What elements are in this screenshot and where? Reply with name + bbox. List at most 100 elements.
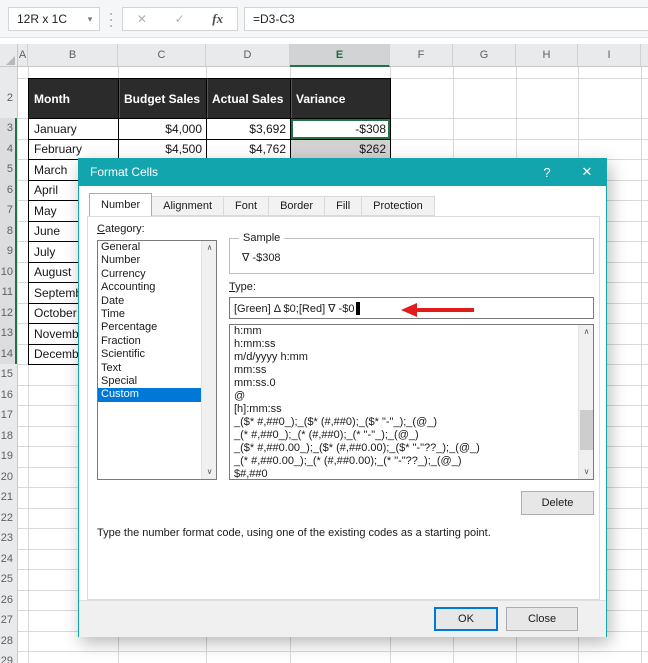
- column-header-C[interactable]: C: [118, 44, 206, 66]
- table-header-cell[interactable]: Budget Sales: [119, 79, 207, 119]
- row-header-16[interactable]: 16: [0, 385, 16, 406]
- column-header-B[interactable]: B: [28, 44, 118, 66]
- type-option[interactable]: _(* #,##0.00_);_(* (#,##0.00);_(* "-"??_…: [230, 455, 577, 468]
- row-header-20[interactable]: 20: [0, 467, 16, 488]
- table-cell[interactable]: $4,762: [207, 139, 291, 160]
- row-header-11[interactable]: 11: [0, 282, 16, 303]
- category-item-fraction[interactable]: Fraction: [98, 335, 201, 348]
- type-option[interactable]: _($* #,##0_);_($* (#,##0);_($* "-"_);_(@…: [230, 416, 577, 429]
- row-header-13[interactable]: 13: [0, 323, 16, 344]
- delete-button[interactable]: Delete: [521, 491, 594, 515]
- scroll-up-icon[interactable]: ∧: [202, 241, 216, 255]
- tab-border[interactable]: Border: [269, 196, 326, 216]
- column-header-D[interactable]: D: [206, 44, 290, 66]
- type-option[interactable]: _(* #,##0_);_(* (#,##0);_(* "-"_);_(@_): [230, 429, 577, 442]
- enter-icon[interactable]: ✓: [175, 12, 185, 26]
- row-header-23[interactable]: 23: [0, 528, 16, 549]
- column-header-I[interactable]: I: [578, 44, 641, 66]
- row-header-29[interactable]: 29: [0, 651, 16, 663]
- scroll-down-icon[interactable]: ∨: [579, 465, 593, 479]
- type-option[interactable]: h:mm:ss: [230, 338, 577, 351]
- category-item-scientific[interactable]: Scientific: [98, 348, 201, 361]
- row-header-25[interactable]: 25: [0, 569, 16, 590]
- table-cell[interactable]: January: [29, 119, 119, 140]
- type-list-scrollbar[interactable]: ∧ ∨: [578, 325, 593, 479]
- type-option[interactable]: h:mm: [230, 325, 577, 338]
- category-listbox[interactable]: General Number Currency Accounting Date Time P…: [97, 240, 217, 480]
- row-header-21[interactable]: 21: [0, 487, 16, 508]
- row-header-12[interactable]: 12: [0, 303, 16, 324]
- row-header-7[interactable]: 7: [0, 200, 16, 221]
- tab-protection[interactable]: Protection: [362, 196, 435, 216]
- column-header-F[interactable]: F: [390, 44, 453, 66]
- type-option[interactable]: mm:ss: [230, 364, 577, 377]
- table-header-cell[interactable]: Actual Sales: [207, 79, 291, 119]
- tab-fill[interactable]: Fill: [325, 196, 363, 216]
- type-option[interactable]: @: [230, 390, 577, 403]
- row-header-10[interactable]: 10: [0, 262, 16, 283]
- row-header-19[interactable]: 19: [0, 446, 16, 467]
- column-header-A[interactable]: A: [18, 44, 28, 66]
- type-listbox[interactable]: h:mm h:mm:ss m/d/yyyy h:mm mm:ss mm:ss.0 @ [h]…: [229, 324, 594, 480]
- row-header-17[interactable]: 17: [0, 405, 16, 426]
- row-header-28[interactable]: 28: [0, 631, 16, 652]
- scroll-down-icon[interactable]: ∨: [202, 465, 216, 479]
- row-header-4[interactable]: 4: [0, 139, 16, 160]
- category-scrollbar[interactable]: ∧ ∨: [201, 241, 216, 479]
- row-header-14[interactable]: 14: [0, 344, 16, 365]
- row-header-18[interactable]: 18: [0, 426, 16, 447]
- name-box-dropdown-icon[interactable]: ▾: [81, 14, 99, 25]
- table-cell[interactable]: February: [29, 139, 119, 160]
- table-header-cell[interactable]: Month: [29, 79, 119, 119]
- category-item-date[interactable]: Date: [98, 295, 201, 308]
- column-header-E[interactable]: E: [290, 44, 390, 67]
- row-header-6[interactable]: 6: [0, 180, 16, 201]
- name-box[interactable]: 12R x 1C ▾: [8, 7, 100, 31]
- tab-alignment[interactable]: Alignment: [152, 196, 225, 216]
- insert-function-icon[interactable]: fx: [212, 11, 223, 27]
- row-header-15[interactable]: 15: [0, 364, 16, 385]
- category-item-number[interactable]: Number: [98, 254, 201, 267]
- cancel-icon[interactable]: ✕: [137, 12, 147, 26]
- type-option[interactable]: _($* #,##0.00_);_($* (#,##0.00);_($* "-"…: [230, 442, 577, 455]
- category-item-accounting[interactable]: Accounting: [98, 281, 201, 294]
- column-header-H[interactable]: H: [516, 44, 578, 66]
- row-header-3[interactable]: 3: [0, 118, 16, 139]
- type-option[interactable]: m/d/yyyy h:mm: [230, 351, 577, 364]
- row-header-24[interactable]: 24: [0, 549, 16, 570]
- row-header-8[interactable]: 8: [0, 221, 16, 242]
- table-cell[interactable]: -$308: [291, 119, 391, 140]
- category-item-currency[interactable]: Currency: [98, 268, 201, 281]
- table-cell[interactable]: $4,500: [119, 139, 207, 160]
- type-option[interactable]: mm:ss.0: [230, 377, 577, 390]
- row-header-5[interactable]: 5: [0, 159, 16, 180]
- category-item-special[interactable]: Special: [98, 375, 201, 388]
- dialog-close-icon[interactable]: ✕: [567, 164, 607, 180]
- category-item-general[interactable]: General: [98, 241, 201, 254]
- row-header-9[interactable]: 9: [0, 241, 16, 262]
- row-header-27[interactable]: 27: [0, 610, 16, 631]
- table-cell[interactable]: $4,000: [119, 119, 207, 140]
- tab-number[interactable]: Number: [89, 193, 153, 216]
- type-option[interactable]: [h]:mm:ss: [230, 403, 577, 416]
- scrollbar-thumb[interactable]: [580, 410, 593, 450]
- category-item-time[interactable]: Time: [98, 308, 201, 321]
- table-cell[interactable]: $3,692: [207, 119, 291, 140]
- row-header-2[interactable]: 2: [0, 78, 16, 118]
- ok-button[interactable]: OK: [434, 607, 498, 631]
- category-item-percentage[interactable]: Percentage: [98, 321, 201, 334]
- table-cell[interactable]: $262: [291, 139, 391, 160]
- row-header-22[interactable]: 22: [0, 508, 16, 529]
- category-item-custom[interactable]: Custom: [98, 388, 201, 402]
- tab-font[interactable]: Font: [224, 196, 270, 216]
- row-header-26[interactable]: 26: [0, 590, 16, 611]
- column-header-G[interactable]: G: [453, 44, 516, 66]
- table-header-cell[interactable]: Variance: [291, 79, 391, 119]
- dialog-title-bar[interactable]: Format Cells ? ✕: [78, 158, 607, 186]
- close-button[interactable]: Close: [506, 607, 578, 631]
- formula-input[interactable]: =D3-C3: [244, 7, 648, 31]
- category-item-text[interactable]: Text: [98, 362, 201, 375]
- select-all-corner[interactable]: [0, 44, 18, 67]
- type-option[interactable]: $#,##0: [230, 468, 577, 479]
- dialog-help-icon[interactable]: ?: [527, 165, 567, 180]
